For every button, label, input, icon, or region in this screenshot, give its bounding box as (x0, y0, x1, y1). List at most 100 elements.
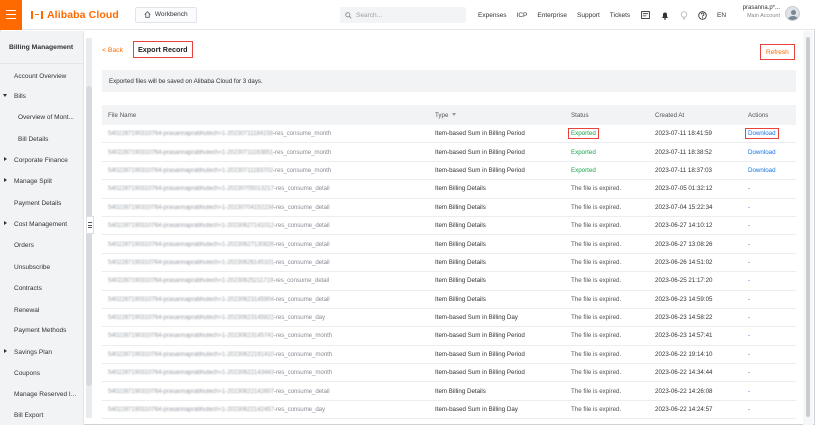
sidebar-item-label: Cost Management (14, 220, 68, 228)
table-body: 5402287190310764-prasannaprabhutech=1-20… (102, 125, 796, 420)
column-header-type[interactable]: Type (429, 112, 565, 119)
file-name-prefix: 5402287190310764-prasannaprabhutech=1-20… (108, 258, 274, 266)
sidebar-item-label: Payment Details (14, 199, 62, 207)
sidebar-item[interactable]: Payment Details (0, 196, 83, 210)
sidebar-item[interactable]: Savings Plan (0, 345, 83, 359)
nav-tickets[interactable]: Tickets (610, 12, 630, 19)
actions-cell: - (742, 296, 796, 303)
avatar[interactable] (785, 6, 800, 21)
actions-cell: - (742, 351, 796, 358)
created-at-cell: 2023-06-22 14:34:44 (655, 369, 713, 377)
file-name-suffix: -res_consume_month (273, 332, 333, 340)
refresh-button[interactable]: Refresh (760, 44, 795, 60)
sidebar-item[interactable]: Corporate Finance (0, 153, 83, 167)
caret-right-icon (4, 157, 7, 161)
column-header-type-label: Type (435, 111, 449, 119)
message-icon[interactable] (641, 11, 650, 20)
sidebar-item[interactable]: Renewal (0, 303, 83, 317)
status-cell: The file is expired. (565, 296, 649, 303)
file-name-suffix: -res_consume_detail (273, 240, 330, 248)
brand-logo[interactable]: Alibaba Cloud (31, 9, 119, 21)
sidebar-collapse-button[interactable] (86, 216, 94, 234)
back-link[interactable]: < Back (102, 47, 123, 54)
download-link[interactable]: Download (748, 167, 776, 174)
column-header-file-name: File Name (108, 111, 137, 119)
sidebar-item[interactable]: Unsubscribe (0, 260, 83, 274)
actions-cell: - (742, 406, 796, 413)
status-cell: Exported (565, 167, 649, 174)
sidebar-scrollbar-thumb[interactable] (86, 86, 92, 386)
sidebar-item[interactable]: Account Overview (0, 69, 83, 83)
status-badge: The file is expired. (571, 314, 622, 322)
sidebar-item[interactable]: Orders (0, 238, 83, 252)
bell-icon[interactable] (660, 11, 669, 20)
table-row: 5402287190310764-prasannaprabhutech=1-20… (102, 254, 796, 273)
type-cell: Item Billing Details (435, 277, 486, 285)
created-at-cell: 2023-07-11 18:38:52 (655, 148, 712, 156)
sidebar-item[interactable]: Payment Methods (0, 323, 83, 337)
user-info[interactable]: prasanna.p*... Main Account (736, 5, 780, 19)
created-at-cell: 2023-06-23 14:57:41 (655, 332, 713, 340)
status-cell: The file is expired. (565, 277, 649, 284)
sidebar-item[interactable]: Cost Management (0, 217, 83, 231)
file-name-suffix: -res_consume_detail (273, 277, 330, 285)
file-name-cell: 5402287190310764-prasannaprabhutech=1-20… (102, 167, 429, 174)
sidebar-item[interactable]: Overview of Mont... (0, 110, 83, 124)
status-badge: The file is expired. (571, 203, 622, 211)
table-row: 5402287190310764-prasannaprabhutech=1-20… (102, 291, 796, 309)
created-at-cell: 2023-07-05 01:32:12 (655, 185, 713, 193)
workbench-button[interactable]: Workbench (134, 6, 197, 23)
nav-icp[interactable]: ICP (517, 12, 528, 19)
sidebar-item[interactable]: Contracts (0, 281, 83, 295)
sidebar-item-label: Contracts (14, 284, 42, 292)
download-link[interactable]: Download (745, 128, 779, 140)
no-action: - (748, 277, 751, 285)
file-name-suffix: -res_consume_detail (273, 185, 330, 193)
file-name-suffix: -res_consume_detail (273, 222, 330, 230)
caret-right-icon (4, 349, 7, 353)
table-row: 5402287190310764-prasannaprabhutech=1-20… (102, 199, 796, 217)
search-input[interactable]: Search... (340, 7, 466, 23)
status-cell: The file is expired. (565, 222, 649, 229)
sidebar-item[interactable]: Bill Export (0, 408, 83, 422)
type-cell: Item-based Sum in Billing Period (435, 369, 525, 377)
nav-enterprise[interactable]: Enterprise (537, 12, 567, 19)
lightbulb-icon[interactable] (679, 10, 688, 20)
download-link[interactable]: Download (748, 149, 776, 156)
file-name-cell: 5402287190310764-prasannaprabhutech=1-20… (102, 332, 429, 339)
file-name-cell: 5402287190310764-prasannaprabhutech=1-20… (102, 351, 429, 358)
no-action: - (748, 387, 751, 395)
created-at-cell: 2023-06-22 19:14:10 (655, 350, 713, 358)
file-name-suffix: -res_consume_month (273, 166, 332, 174)
table-row: 5402287190310764-prasannaprabhutech=1-20… (102, 382, 796, 401)
no-action: - (748, 185, 751, 193)
menu-icon[interactable] (0, 0, 22, 30)
file-name-prefix: 5402287190310764-prasannaprabhutech=1-20… (108, 277, 274, 285)
sidebar-item[interactable]: Bill Details (0, 132, 83, 146)
sidebar-item[interactable]: Coupons (0, 366, 83, 380)
main-scrollbar[interactable] (803, 31, 813, 425)
nav-expenses[interactable]: Expenses (478, 12, 507, 19)
language-switch[interactable]: EN (717, 12, 726, 19)
sidebar-item[interactable]: Manage Split (0, 174, 83, 188)
status-cell: Exported (565, 149, 649, 156)
table-row: 5402287190310764-prasannaprabhutech=1-20… (102, 327, 796, 346)
sidebar-item[interactable]: Bills (0, 89, 83, 103)
file-name-suffix: -res_consume_day (273, 406, 326, 414)
status-cell: The file is expired. (565, 406, 649, 413)
no-action: - (748, 369, 751, 377)
caret-right-icon (4, 178, 7, 182)
table-row: 5402287190310764-prasannaprabhutech=1-20… (102, 309, 796, 328)
nav-support[interactable]: Support (577, 12, 600, 19)
file-name-prefix: 5402287190310764-prasannaprabhutech=1-20… (108, 314, 274, 322)
help-icon[interactable] (698, 10, 707, 20)
sidebar-item[interactable]: Manage Reserved I... (0, 387, 83, 401)
file-name-prefix: 5402287190310764-prasannaprabhutech=1-20… (108, 222, 274, 230)
status-cell: The file is expired. (565, 369, 649, 376)
filter-icon[interactable] (452, 113, 457, 117)
no-action: - (748, 240, 751, 248)
main-scrollbar-thumb[interactable] (806, 37, 810, 417)
file-name-prefix: 5402287190310764-prasannaprabhutech=1-20… (108, 332, 274, 340)
status-badge: The file is expired. (571, 369, 622, 377)
status-badge: The file is expired. (571, 240, 622, 248)
